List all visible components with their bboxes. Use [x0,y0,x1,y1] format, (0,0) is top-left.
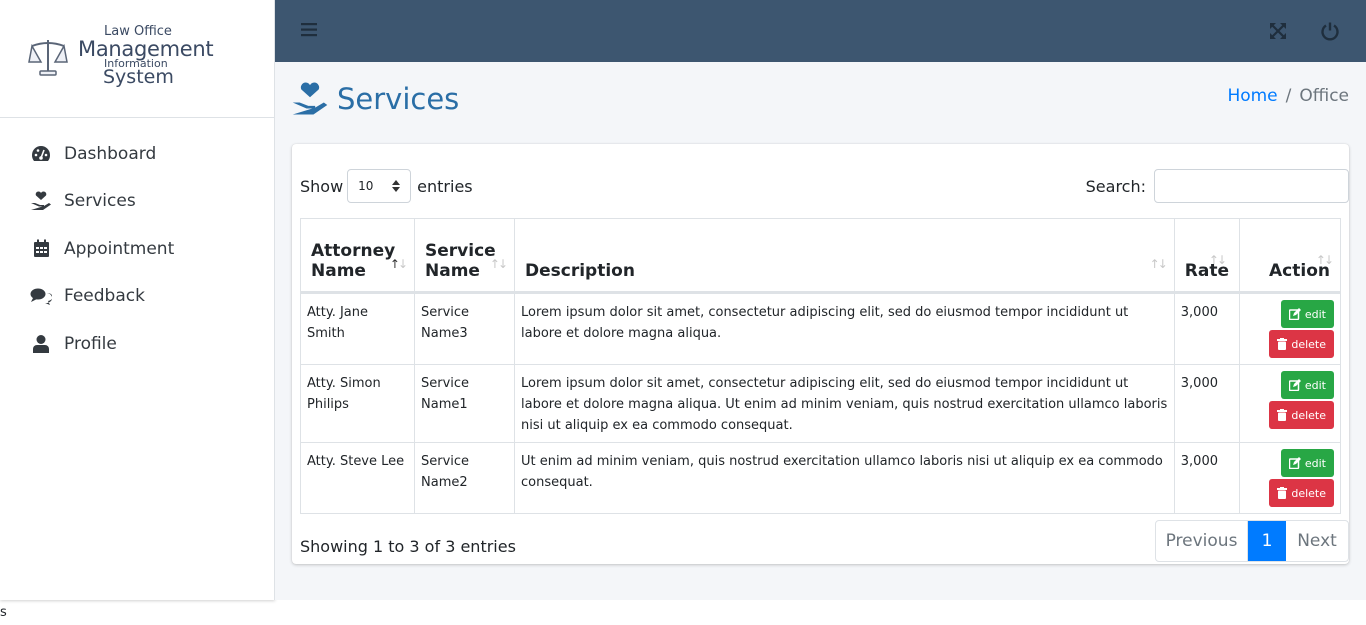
search-label: Search: [1085,176,1146,196]
stray-text: s [0,605,7,620]
sidebar-item-label: Profile [64,333,117,354]
services-card: Show 10 entries Search: Attorney Name ↑↓ [292,144,1349,564]
pagination-previous[interactable]: Previous [1156,521,1248,561]
edit-icon [1288,457,1301,469]
comments-icon [30,285,52,307]
trash-icon [1277,409,1288,421]
cell-rate: 3,000 [1173,292,1241,365]
sidebar-item-appointment[interactable]: Appointment [0,225,274,273]
scales-of-justice-icon [28,40,68,76]
main-content: Services Home / Office Show 10 entries S… [275,62,1366,600]
sidebar-nav: Dashboard Services Appointment Feedback … [0,118,274,368]
search-control: Search: [1086,169,1349,203]
entries-label: entries [417,176,473,196]
cell-action: edit delete [1239,292,1341,365]
bars-icon[interactable] [301,22,319,40]
sidebar-item-label: Dashboard [64,143,157,164]
sort-icon: ↑↓ [1315,253,1334,267]
breadcrumb-home-link[interactable]: Home [1227,86,1277,106]
table-header-row: Attorney Name ↑↓ Service Name ↑↓ Descrip… [300,218,1341,294]
column-header-rate[interactable]: Rate ↑↓ [1173,218,1241,294]
entries-select[interactable]: 10 [347,169,412,203]
table-row: Atty. Simon Philips Service Name1 Lorem … [300,364,1341,443]
power-off-icon[interactable] [1320,21,1340,45]
tachometer-icon [30,143,52,165]
pagination: Previous 1 Next [1155,520,1349,562]
cell-attorney: Atty. Steve Lee [300,442,415,514]
column-header-attorney-name[interactable]: Attorney Name ↑↓ [300,218,415,294]
cell-description: Lorem ipsum dolor sit amet, consectetur … [514,292,1175,365]
table-row: Atty. Jane Smith Service Name3 Lorem ips… [300,292,1341,365]
cell-action: edit delete [1239,442,1341,514]
page-title-text: Services [337,82,460,116]
edit-icon [1288,379,1301,391]
services-table: Attorney Name ↑↓ Service Name ↑↓ Descrip… [300,218,1341,514]
breadcrumb: Home / Office [1227,86,1349,106]
pagination-next[interactable]: Next [1286,521,1348,561]
cell-rate: 3,000 [1173,442,1241,514]
cell-rate: 3,000 [1173,364,1241,443]
sidebar-item-label: Feedback [64,286,145,307]
cell-description: Lorem ipsum dolor sit amet, consectetur … [514,364,1175,443]
sort-asc-icon: ↑↓ [389,257,408,271]
hand-holding-heart-icon [292,82,328,115]
page-title: Services [291,81,459,117]
pagination-page-1[interactable]: 1 [1248,521,1286,561]
cell-attorney: Atty. Simon Philips [300,364,415,443]
search-input[interactable] [1154,169,1349,203]
delete-button[interactable]: delete [1269,479,1334,507]
column-header-description[interactable]: Description ↑↓ [514,218,1175,294]
delete-button[interactable]: delete [1269,330,1334,358]
delete-button[interactable]: delete [1269,401,1334,429]
edit-icon [1288,308,1301,320]
calendar-icon [30,238,52,260]
entries-length-control: Show 10 entries [300,169,473,203]
cell-attorney: Atty. Jane Smith [300,292,415,365]
entries-select-value: 10 [358,179,374,193]
breadcrumb-current: Office [1299,86,1349,106]
sidebar: Law Office Management Information System… [0,0,275,600]
edit-button[interactable]: edit [1280,371,1334,399]
brand-logo[interactable]: Law Office Management Information System [0,0,274,118]
table-row: Atty. Steve Lee Service Name2 Ut enim ad… [300,442,1341,514]
cell-service: Service Name2 [414,442,515,514]
sort-icon: ↑↓ [1149,257,1168,271]
user-icon [30,333,52,355]
brand-line-4: System [103,66,174,88]
breadcrumb-separator: / [1285,86,1292,106]
hand-holding-heart-icon [30,190,52,212]
show-label: Show [300,176,344,196]
column-header-action[interactable]: Action ↑↓ [1239,218,1341,294]
sidebar-item-dashboard[interactable]: Dashboard [0,130,274,178]
cell-service: Service Name1 [414,364,515,443]
sidebar-item-feedback[interactable]: Feedback [0,273,274,321]
sidebar-item-services[interactable]: Services [0,178,274,226]
table-info: Showing 1 to 3 of 3 entries [300,537,516,556]
cell-action: edit delete [1239,364,1341,443]
sort-icon: ↑↓ [489,257,508,271]
cell-description: Ut enim ad minim veniam, quis nostrud ex… [514,442,1175,514]
cell-service: Service Name3 [414,292,515,365]
trash-icon [1277,487,1288,499]
edit-button[interactable]: edit [1280,449,1334,477]
sort-icon: ↑↓ [1208,253,1227,267]
top-navbar [275,0,1366,62]
sort-updown-icon [392,180,401,192]
sidebar-item-profile[interactable]: Profile [0,320,274,368]
column-header-service-name[interactable]: Service Name ↑↓ [414,218,515,294]
edit-button[interactable]: edit [1280,300,1334,328]
trash-icon [1277,338,1288,350]
sidebar-item-label: Services [64,191,136,212]
expand-arrows-icon[interactable] [1269,22,1287,44]
sidebar-item-label: Appointment [64,238,175,259]
